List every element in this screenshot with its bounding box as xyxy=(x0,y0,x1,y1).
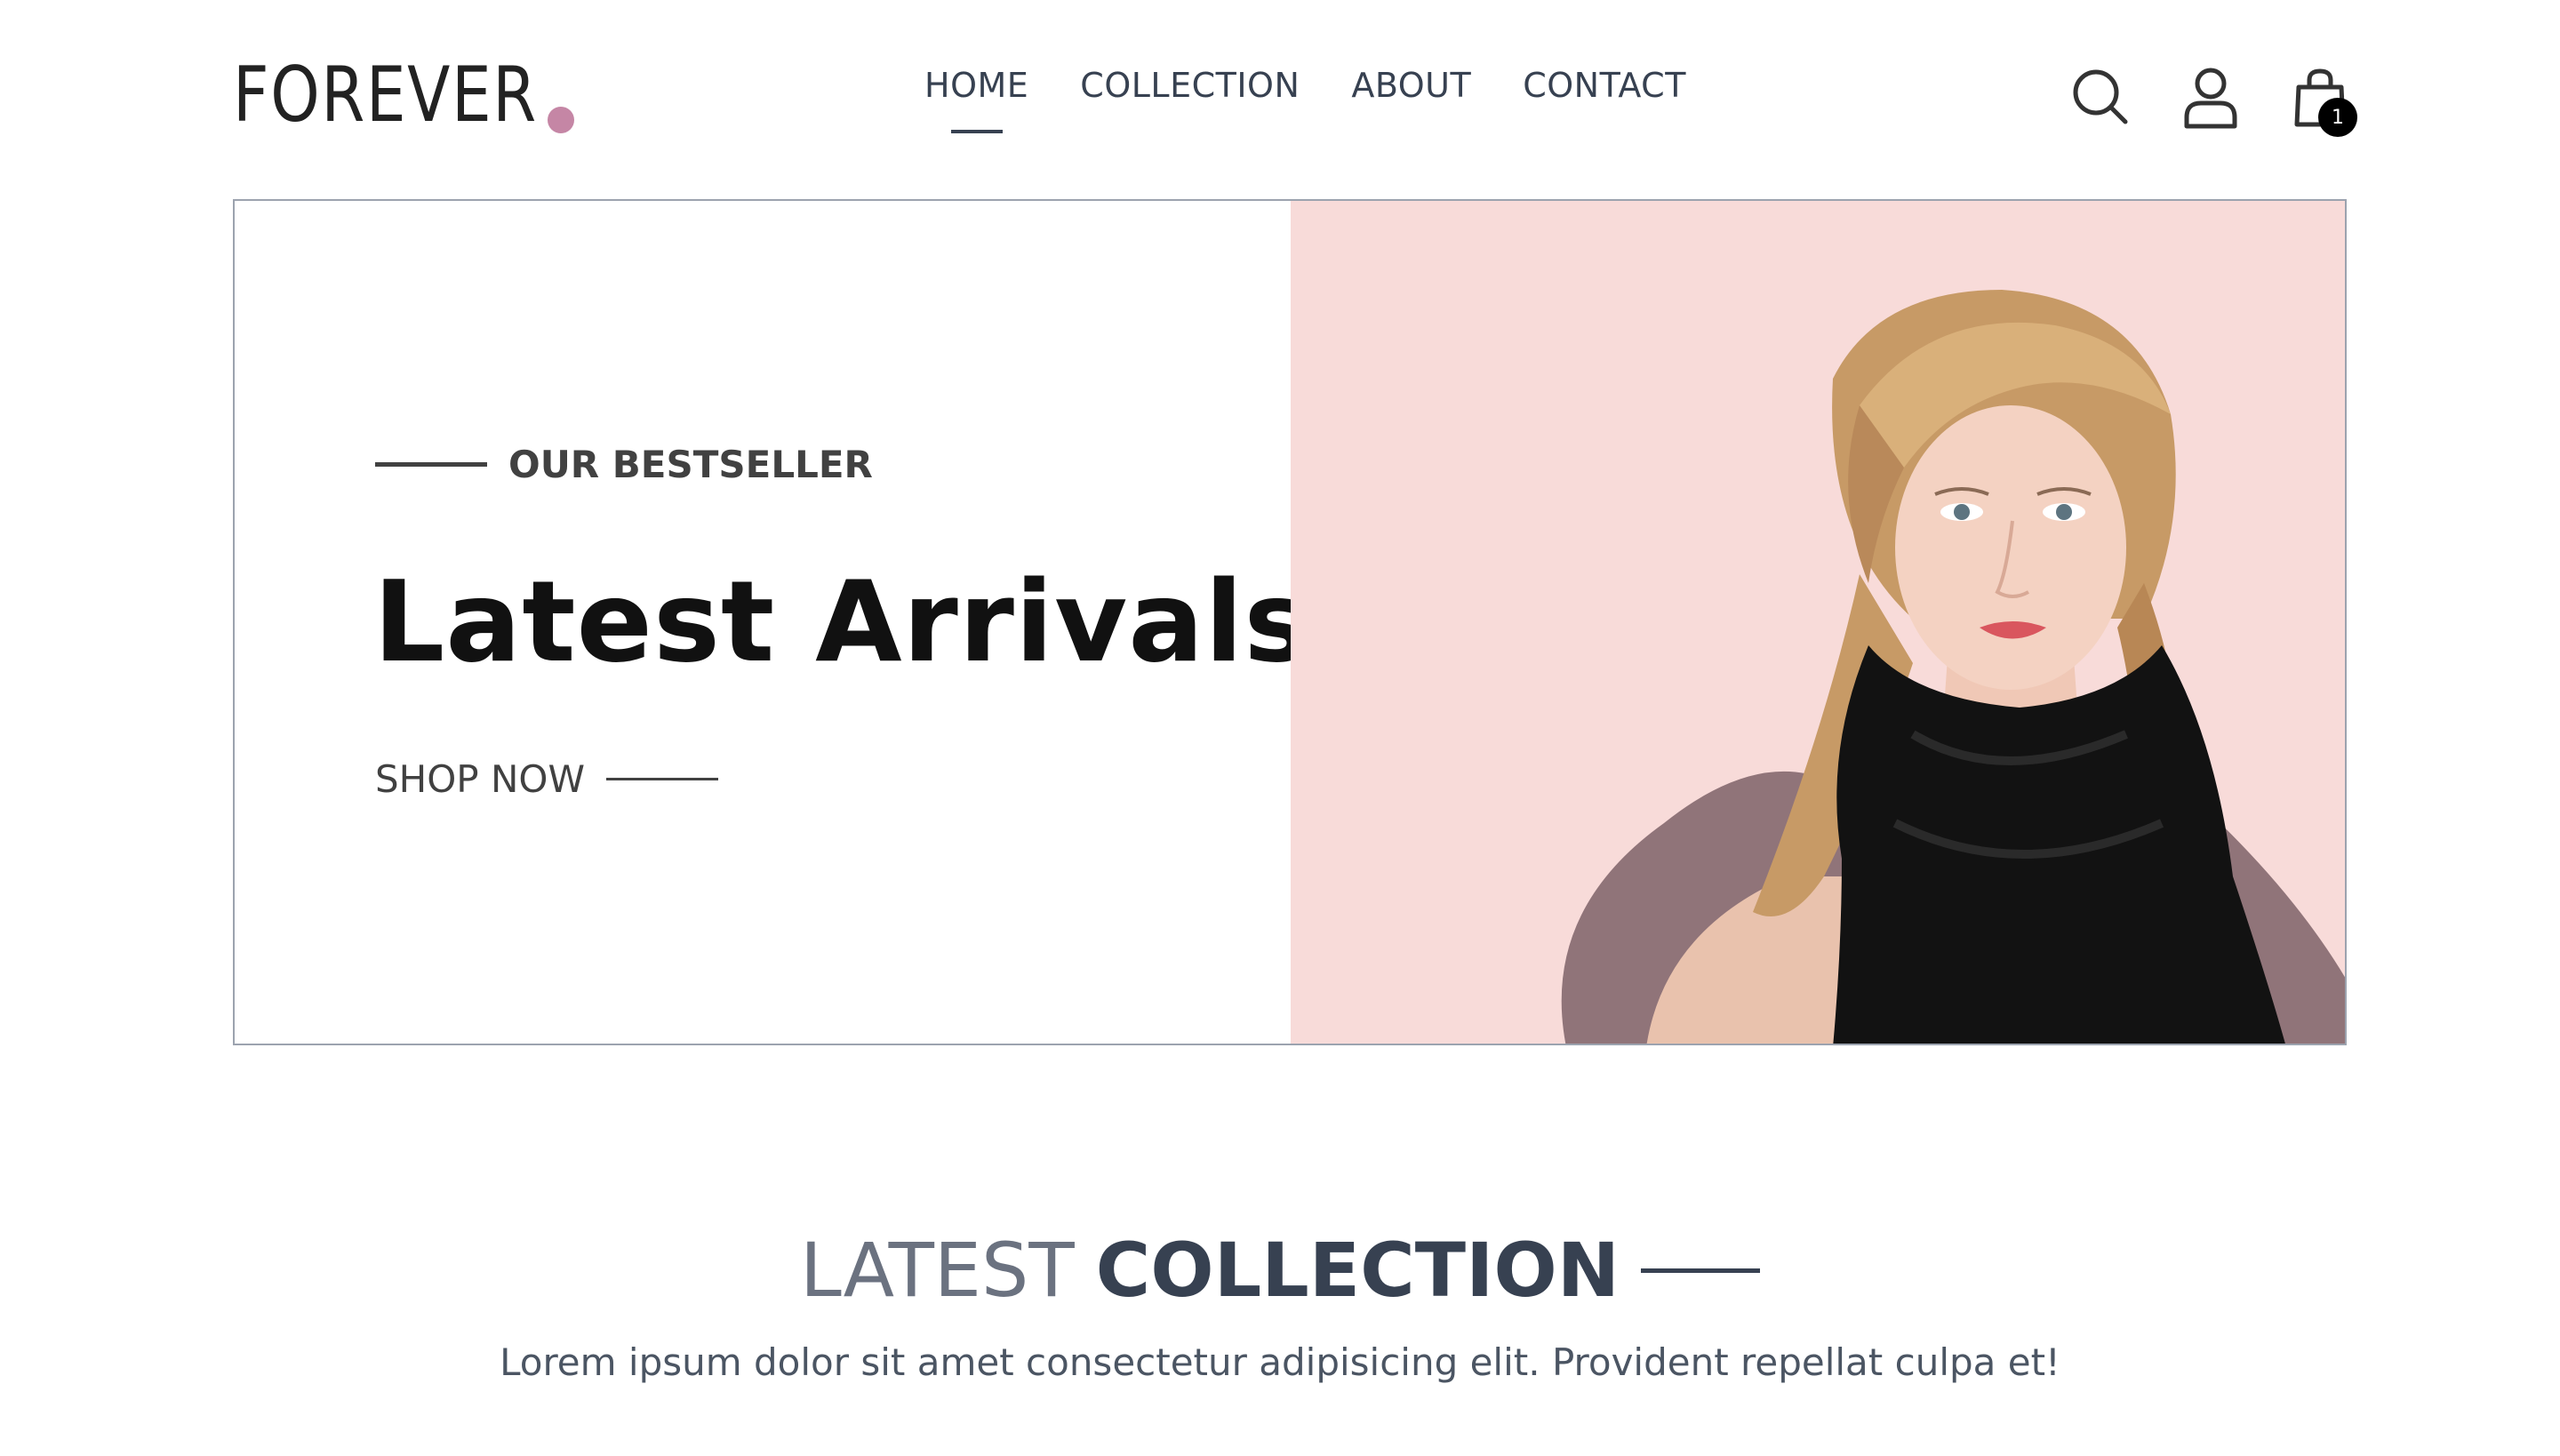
shop-now-line xyxy=(605,778,718,780)
section-title: LATEST COLLECTION xyxy=(0,1227,2560,1314)
nav-contact[interactable]: CONTACT xyxy=(1523,66,1686,107)
eyebrow-line xyxy=(375,462,487,467)
profile-icon[interactable] xyxy=(2183,66,2238,130)
cart-count-badge: 1 xyxy=(2318,98,2357,137)
eyebrow: OUR BESTSELLER xyxy=(375,443,873,486)
shop-now-text: SHOP NOW xyxy=(375,757,585,801)
eyebrow-text: OUR BESTSELLER xyxy=(508,443,873,486)
nav-home[interactable]: HOME xyxy=(924,66,1028,107)
nav-about[interactable]: ABOUT xyxy=(1351,66,1471,107)
search-icon[interactable] xyxy=(2071,68,2130,126)
section-title-dark: COLLECTION xyxy=(1095,1227,1620,1314)
logo-text: FOREVER xyxy=(233,51,538,140)
section-title-line xyxy=(1641,1268,1761,1273)
nav-collection[interactable]: COLLECTION xyxy=(1080,66,1300,107)
section-subtitle: Lorem ipsum dolor sit amet consectetur a… xyxy=(500,1340,2060,1384)
model-illustration xyxy=(1561,290,2345,1044)
main-nav: HOME COLLECTION ABOUT CONTACT xyxy=(924,66,1686,107)
hero-text-panel: OUR BESTSELLER Latest Arrivals SHOP NOW xyxy=(235,201,1310,1044)
hero-title: Latest Arrivals xyxy=(373,556,1312,687)
section-title-light: LATEST xyxy=(799,1227,1075,1314)
hero-banner: OUR BESTSELLER Latest Arrivals SHOP NOW xyxy=(233,199,2347,1045)
shop-now-link[interactable]: SHOP NOW xyxy=(375,757,718,801)
logo-dot xyxy=(548,107,574,133)
hero-image xyxy=(1291,201,2345,1044)
